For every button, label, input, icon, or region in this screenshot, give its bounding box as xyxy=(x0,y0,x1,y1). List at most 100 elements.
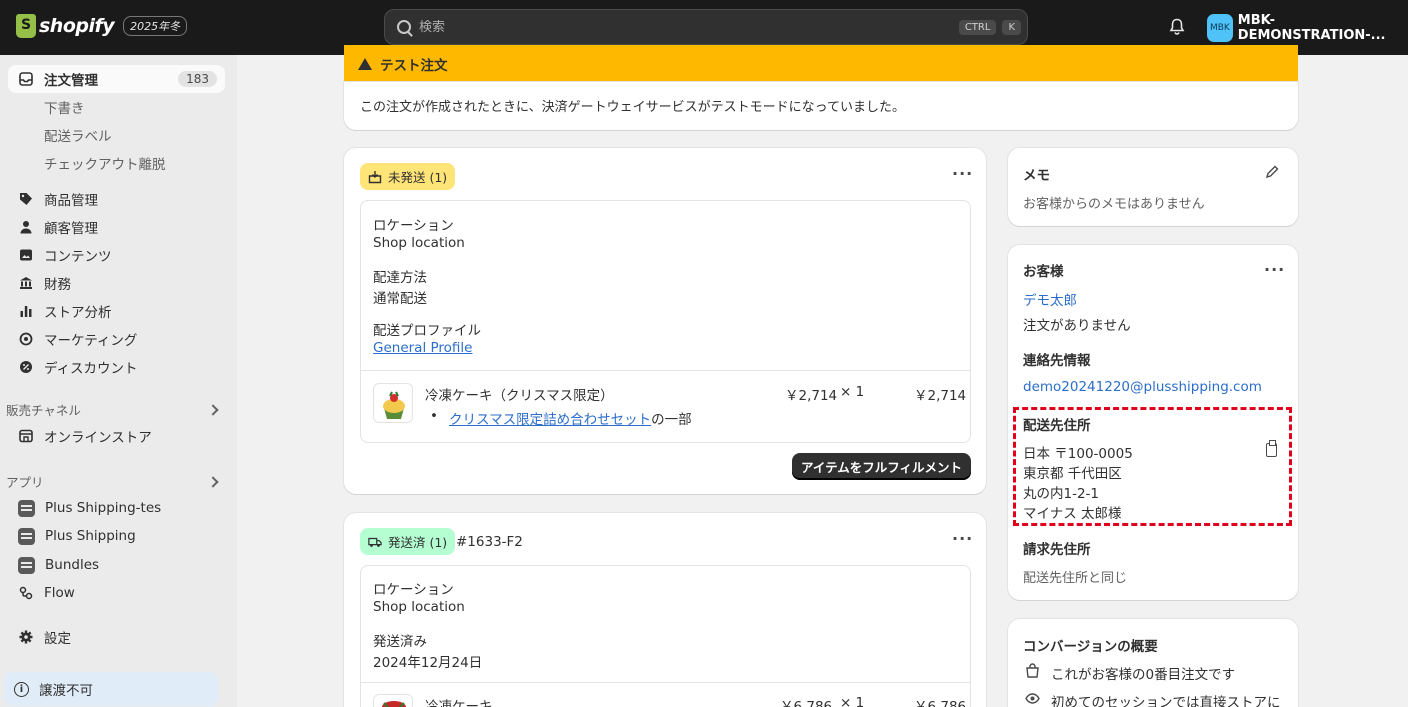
sidebar-item-shipping-labels[interactable]: 配送ラベル xyxy=(8,121,225,149)
product-thumbnail[interactable] xyxy=(373,383,413,423)
sidebar-item-settings[interactable]: 設定 xyxy=(8,623,225,651)
tag-icon xyxy=(18,191,34,207)
brand-name: shopify xyxy=(39,15,115,37)
sidebar-item-label: 下書き xyxy=(44,101,85,117)
sidebar-item-label: Plus Shipping-tes xyxy=(45,500,162,516)
sidebar-item-drafts[interactable]: 下書き xyxy=(8,93,225,121)
sidebar-item-orders[interactable]: 注文管理 183 xyxy=(8,65,225,93)
truck-icon xyxy=(368,535,382,549)
sidebar-item-analytics[interactable]: ストア分析 xyxy=(8,297,225,325)
bundle-link[interactable]: クリスマス限定詰め合わせセット xyxy=(449,412,651,428)
badge-label: 未発送 (1) xyxy=(388,170,448,185)
sidebar-item-label: 設定 xyxy=(44,631,71,647)
storefront-icon xyxy=(18,428,34,444)
sidebar-item-app-flow[interactable]: Flow xyxy=(8,579,225,607)
conversion-line-2: 初めてのセッションでは直接ストアに xyxy=(1051,695,1281,707)
bank-icon xyxy=(18,275,34,291)
sidebar-item-app-plus-shipping[interactable]: Plus Shipping xyxy=(8,522,225,550)
contact-info-title: 連絡先情報 xyxy=(1023,353,1091,369)
more-actions-icon[interactable]: ··· xyxy=(952,529,973,548)
store-menu[interactable]: MBK MBK-DEMONSTRATION-... xyxy=(1207,13,1408,43)
shopify-bag-icon xyxy=(16,14,36,38)
sidebar-item-label: Bundles xyxy=(45,557,100,573)
search-bar[interactable]: CTRL K xyxy=(384,9,1028,45)
chevron-right-icon[interactable] xyxy=(207,404,219,416)
sales-channels-heading: 販売チャネル xyxy=(6,403,81,418)
discount-icon xyxy=(18,359,34,375)
shortcut-k: K xyxy=(1002,19,1021,35)
location-value: Shop location xyxy=(373,235,465,251)
warning-icon xyxy=(358,57,372,70)
customer-email-link[interactable]: demo20241220@plusshipping.com xyxy=(1023,379,1262,395)
more-actions-icon[interactable]: ··· xyxy=(952,164,973,183)
product-total: ￥6,786 xyxy=(914,699,967,707)
sidebar-item-app-bundles[interactable]: Bundles xyxy=(8,551,225,579)
non-transferable-label: 譲渡不可 xyxy=(39,683,93,699)
product-quantity: × 1 xyxy=(840,695,865,707)
conversion-title: コンバージョンの概要 xyxy=(1023,639,1158,655)
billing-address-title: 請求先住所 xyxy=(1023,542,1091,558)
unfulfilled-box-icon xyxy=(368,170,382,184)
bell-icon[interactable] xyxy=(1169,18,1185,36)
sidebar-item-label: 商品管理 xyxy=(44,193,98,209)
memo-text: お客様からのメモはありません xyxy=(1023,197,1205,212)
search-input[interactable] xyxy=(419,19,959,35)
sidebar-item-label: ストア分析 xyxy=(44,305,112,321)
sidebar-item-label: コンテンツ xyxy=(44,249,112,265)
non-transferable-banner[interactable]: i 譲渡不可 xyxy=(4,672,218,706)
memo-card xyxy=(1008,148,1298,226)
delivery-method-label: 配達方法 xyxy=(373,270,427,286)
app-icon xyxy=(18,527,35,545)
product-quantity: × 1 xyxy=(840,384,865,400)
delivery-method-value: 通常配送 xyxy=(373,291,427,307)
chevron-right-icon[interactable] xyxy=(207,476,219,488)
sidebar-item-marketing[interactable]: マーケティング xyxy=(8,325,225,353)
sidebar-item-app-plus-shipping-tes[interactable]: Plus Shipping-tes xyxy=(8,494,225,522)
sidebar-item-content[interactable]: コンテンツ xyxy=(8,241,225,269)
app-icon xyxy=(18,556,35,574)
shipped-date: 2024年12月24日 xyxy=(373,655,483,671)
sidebar-item-online-store[interactable]: オンラインストア xyxy=(8,422,225,450)
fulfillment-order-ref: #1633-F2 xyxy=(456,534,523,550)
sidebar-item-label: オンラインストア xyxy=(44,430,152,446)
sidebar-item-label: Plus Shipping xyxy=(45,528,136,544)
shipping-profile-link[interactable]: General Profile xyxy=(373,340,472,356)
sidebar-item-label: 配送ラベル xyxy=(44,129,112,145)
banner-title: テスト注文 xyxy=(380,57,448,74)
sidebar-item-discounts[interactable]: ディスカウント xyxy=(8,353,225,381)
customer-name-link[interactable]: デモ太郎 xyxy=(1023,289,1077,309)
billing-address-text: 配送先住所と同じ xyxy=(1023,571,1128,586)
banner-message: この注文が作成されたときに、決済ゲートウェイサービスがテストモードになっていまし… xyxy=(360,100,905,115)
shipping-profile-label: 配送プロファイル xyxy=(373,323,481,339)
sidebar-item-products[interactable]: 商品管理 xyxy=(8,185,225,213)
test-order-banner-header: テスト注文 xyxy=(344,45,1298,82)
sidebar-item-label: 顧客管理 xyxy=(44,221,98,237)
sidebar-item-abandoned-checkouts[interactable]: チェックアウト離脱 xyxy=(8,149,225,177)
sidebar: 注文管理 183 下書き 配送ラベル チェックアウト離脱 商品管理 顧客管理 コ… xyxy=(0,55,237,707)
customer-orders-text: 注文がありません xyxy=(1023,318,1131,334)
edition-badge: 2025年冬 xyxy=(123,16,188,36)
pencil-icon[interactable] xyxy=(1265,165,1279,179)
more-actions-icon[interactable]: ··· xyxy=(1264,260,1285,279)
sidebar-item-label: Flow xyxy=(44,585,75,601)
unfulfilled-status-badge: 未発送 (1) xyxy=(360,163,456,190)
order-bag-icon xyxy=(1026,663,1039,678)
flow-icon xyxy=(18,585,34,601)
memo-title: メモ xyxy=(1023,168,1050,184)
shipping-address-highlight xyxy=(1013,407,1292,526)
product-thumbnail[interactable] xyxy=(373,694,413,707)
test-order-banner-body: この注文が作成されたときに、決済ゲートウェイサービスがテストモードになっていまし… xyxy=(344,82,1298,130)
fulfill-items-button[interactable]: アイテムをフルフィルメント xyxy=(792,453,971,480)
app-icon xyxy=(18,499,35,517)
sidebar-item-label: ディスカウント xyxy=(44,361,138,377)
fulfilled-status-badge: 発送済 (1) xyxy=(360,528,456,555)
shopify-logo[interactable]: shopify 2025年冬 xyxy=(16,14,188,38)
divider xyxy=(361,370,970,371)
badge-label: 発送済 (1) xyxy=(388,535,448,550)
info-icon: i xyxy=(14,681,29,697)
sidebar-item-label: 注文管理 xyxy=(44,73,98,89)
shortcut-ctrl: CTRL xyxy=(958,19,997,35)
sidebar-item-customers[interactable]: 顧客管理 xyxy=(8,213,225,241)
customer-title: お客様 xyxy=(1023,264,1064,280)
sidebar-item-finance[interactable]: 財務 xyxy=(8,269,225,297)
